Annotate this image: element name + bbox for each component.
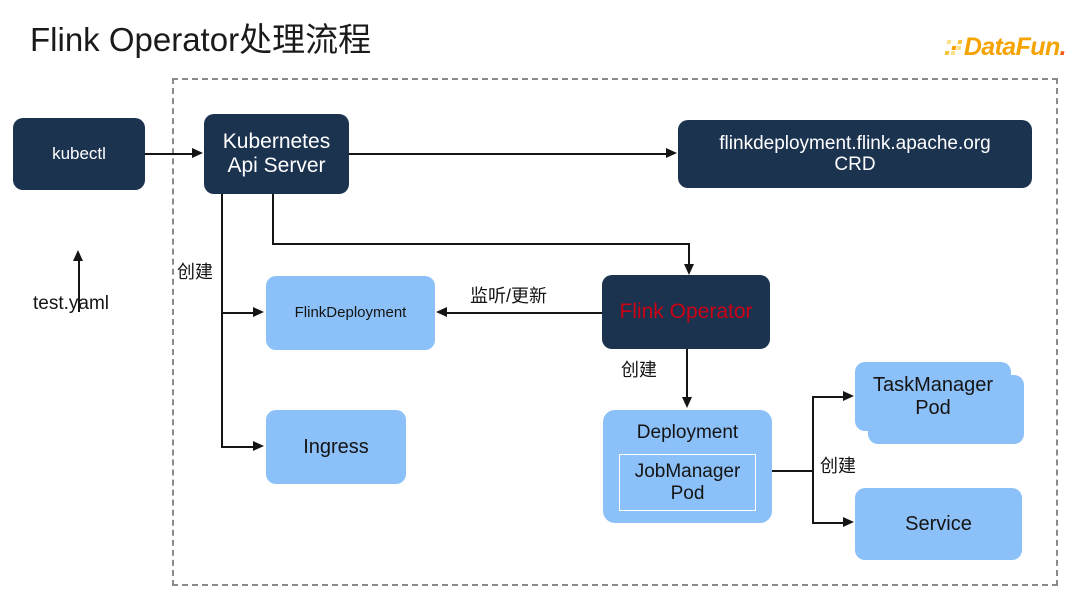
arrowhead-apiserver-to-operator: [683, 264, 694, 275]
label-test-yaml: test.yaml: [33, 293, 110, 314]
edge-apiserver-create-trunk: [221, 194, 223, 448]
node-taskmanager-pod[interactable]: TaskManager Pod: [855, 362, 1011, 431]
arrowhead-operator-to-flinkdeployment: [436, 307, 447, 317]
slide-canvas: Flink Operator处理流程 DataFun. kubectl Kube…: [0, 0, 1080, 607]
edge-apiserver-to-ingress: [221, 446, 254, 448]
edge-kubectl-to-apiserver: [145, 153, 193, 155]
node-jobmanager-pod[interactable]: JobManager Pod: [619, 454, 756, 511]
edge-pods-split-vertical: [812, 396, 814, 523]
node-service[interactable]: Service: [855, 488, 1022, 560]
node-ingress[interactable]: Ingress: [266, 410, 406, 484]
edge-apiserver-to-operator-seg1: [272, 194, 274, 244]
node-kubernetes-api-server[interactable]: Kubernetes Api Server: [204, 114, 349, 194]
label-watch-update: 监听/更新: [470, 286, 548, 306]
label-create-left: 创建: [177, 262, 213, 282]
arrowhead-operator-to-deployment: [681, 397, 692, 408]
logo-text-primary: DataFun: [963, 32, 1060, 61]
edge-to-service: [812, 522, 844, 524]
arrowhead-kubectl-to-apiserver: [192, 148, 203, 158]
node-flinkdeployment[interactable]: FlinkDeployment: [266, 276, 435, 350]
node-kubectl[interactable]: kubectl: [13, 118, 145, 190]
node-deployment[interactable]: Deployment JobManager Pod: [603, 410, 772, 523]
arrowhead-apiserver-to-crd: [666, 148, 677, 158]
arrowhead-apiserver-to-ingress: [253, 441, 264, 451]
page-title: Flink Operator处理流程: [30, 21, 372, 58]
logo-dots-icon: [944, 39, 963, 55]
edge-operator-to-deployment: [686, 349, 688, 398]
label-create-operator: 创建: [621, 360, 657, 380]
node-flink-operator[interactable]: Flink Operator: [602, 275, 770, 349]
datafun-logo: DataFun.: [944, 32, 1067, 62]
label-create-pods: 创建: [820, 456, 856, 476]
logo-wordmark: DataFun.: [963, 32, 1067, 61]
edge-to-taskmanager: [812, 396, 844, 398]
node-crd[interactable]: flinkdeployment.flink.apache.org CRD: [678, 120, 1032, 188]
node-deployment-label: Deployment: [636, 422, 739, 443]
logo-text-suffix: .: [1059, 32, 1067, 61]
arrowhead-to-taskmanager: [843, 391, 854, 401]
arrowhead-apiserver-to-flinkdeployment: [253, 307, 264, 317]
edge-apiserver-to-crd: [349, 153, 667, 155]
edge-operator-to-flinkdeployment: [447, 312, 602, 314]
edge-jobmanager-trunk: [772, 470, 814, 472]
edge-apiserver-to-operator-seg3: [688, 243, 690, 265]
edge-apiserver-to-flinkdeployment: [221, 312, 254, 314]
edge-apiserver-to-operator-seg2: [272, 243, 690, 245]
arrowhead-testyaml-to-kubectl: [72, 250, 83, 261]
arrowhead-to-service: [843, 517, 854, 527]
